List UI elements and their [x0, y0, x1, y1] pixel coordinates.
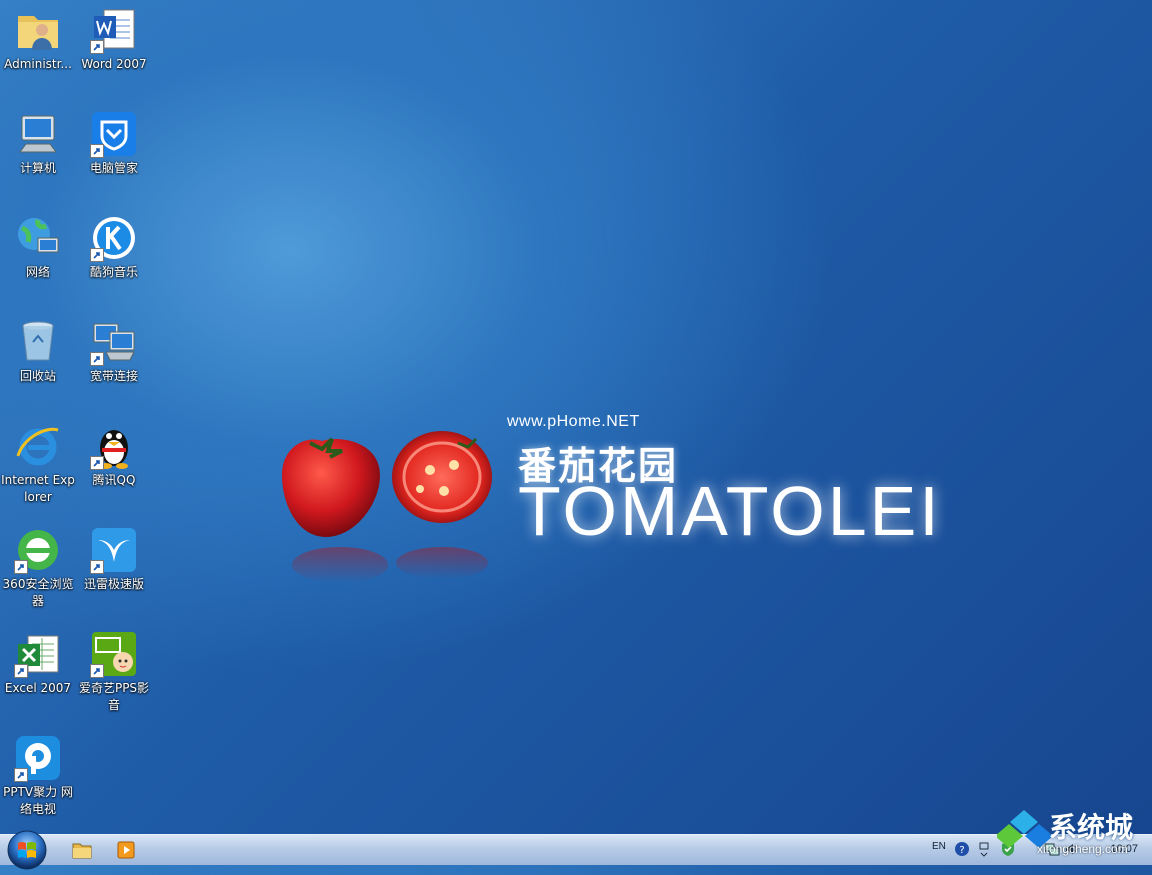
internet-explorer-icon	[14, 422, 62, 470]
icon-label: Administr...	[4, 57, 72, 71]
browser-360-icon	[14, 526, 62, 574]
language-indicator[interactable]: EN	[932, 841, 946, 852]
icon-label: 爱奇艺PPS影音	[78, 681, 150, 712]
shortcut-arrow-icon	[90, 40, 104, 54]
network-icon	[14, 214, 62, 262]
desktop-icon-pc-manager[interactable]: 电脑管家	[76, 104, 152, 177]
user-folder-icon	[14, 6, 62, 54]
desktop-icon-iqiyi-pps[interactable]: 爱奇艺PPS影音	[76, 624, 152, 714]
recycle-bin-icon	[14, 318, 62, 366]
icon-label: 网络	[25, 265, 50, 279]
shortcut-arrow-icon	[90, 664, 104, 678]
desktop-icon-network[interactable]: 网络	[0, 208, 76, 281]
window-restore-icon[interactable]	[976, 841, 992, 857]
icon-label: 宽带连接	[89, 369, 138, 383]
desktop-icon-internet-explorer[interactable]: Internet Explorer	[0, 416, 76, 506]
wallpaper-title-en: TOMATOLEI	[518, 472, 942, 550]
shortcut-arrow-icon	[14, 560, 28, 574]
desktop-icon-broadband-connection[interactable]: 宽带连接	[76, 312, 152, 385]
pptv-icon	[14, 734, 62, 782]
desktop: Administr... 计算机 网络 回收站 Internet Explore…	[0, 0, 1152, 834]
icon-label: 迅雷极速版	[83, 577, 144, 591]
start-button[interactable]	[6, 829, 48, 871]
shortcut-arrow-icon	[14, 768, 28, 782]
taskbar-media-player-button[interactable]	[112, 838, 140, 862]
icon-label: Excel 2007	[4, 681, 72, 695]
shortcut-arrow-icon	[90, 248, 104, 262]
shortcut-arrow-icon	[90, 456, 104, 470]
shortcut-arrow-icon	[90, 352, 104, 366]
tomato-logo-icon	[282, 431, 492, 583]
xunlei-icon	[90, 526, 138, 574]
icon-label: 电脑管家	[89, 161, 138, 175]
svg-text:?: ?	[959, 845, 964, 856]
desktop-icon-xunlei[interactable]: 迅雷极速版	[76, 520, 152, 593]
icon-label: Internet Explorer	[1, 473, 75, 504]
qq-penguin-icon	[90, 422, 138, 470]
icon-label: Word 2007	[81, 57, 147, 71]
wallpaper-url-text: www.pHome.NET	[507, 413, 640, 430]
watermark-url: xitongcheng.com	[1037, 842, 1128, 856]
pc-manager-icon	[90, 110, 138, 158]
shortcut-arrow-icon	[90, 560, 104, 574]
icon-label: 腾讯QQ	[92, 473, 136, 487]
computer-icon	[14, 110, 62, 158]
icon-label: PPTV聚力 网络电视	[3, 785, 73, 816]
taskbar-explorer-button[interactable]	[68, 838, 96, 862]
excel-icon	[14, 630, 62, 678]
desktop-icon-word[interactable]: Word 2007	[76, 0, 152, 73]
icon-label: 回收站	[19, 369, 56, 383]
icon-label: 计算机	[19, 161, 56, 175]
taskbar: EN ? 10:07	[0, 830, 1152, 870]
word-icon	[90, 6, 138, 54]
desktop-icon-excel[interactable]: Excel 2007	[0, 624, 76, 697]
desktop-icon-recycle-bin[interactable]: 回收站	[0, 312, 76, 385]
broadband-connection-icon	[90, 318, 138, 366]
media-player-icon	[117, 841, 135, 859]
shortcut-arrow-icon	[90, 144, 104, 158]
desktop-icon-administrator[interactable]: Administr...	[0, 0, 76, 73]
help-icon[interactable]: ?	[954, 841, 970, 857]
desktop-icon-computer[interactable]: 计算机	[0, 104, 76, 177]
kugou-music-icon	[90, 214, 138, 262]
icon-label: 360安全浏览器	[2, 577, 74, 608]
desktop-icon-qq[interactable]: 腾讯QQ	[76, 416, 152, 489]
watermark-text: 系统城	[1049, 811, 1134, 844]
site-watermark: 系统城 xitongcheng.com	[997, 804, 1152, 864]
desktop-icon-360-browser[interactable]: 360安全浏览器	[0, 520, 76, 610]
desktop-icon-pptv[interactable]: PPTV聚力 网络电视	[0, 728, 76, 818]
desktop-icon-kugou-music[interactable]: 酷狗音乐	[76, 208, 152, 281]
wallpaper-logo: www.pHome.NET 番茄花园 TOMATOLEI	[270, 405, 950, 585]
icon-label: 酷狗音乐	[89, 265, 138, 279]
windows-orb-icon	[7, 830, 47, 870]
explorer-folder-icon	[72, 843, 92, 859]
shortcut-arrow-icon	[14, 664, 28, 678]
iqiyi-pps-icon	[90, 630, 138, 678]
